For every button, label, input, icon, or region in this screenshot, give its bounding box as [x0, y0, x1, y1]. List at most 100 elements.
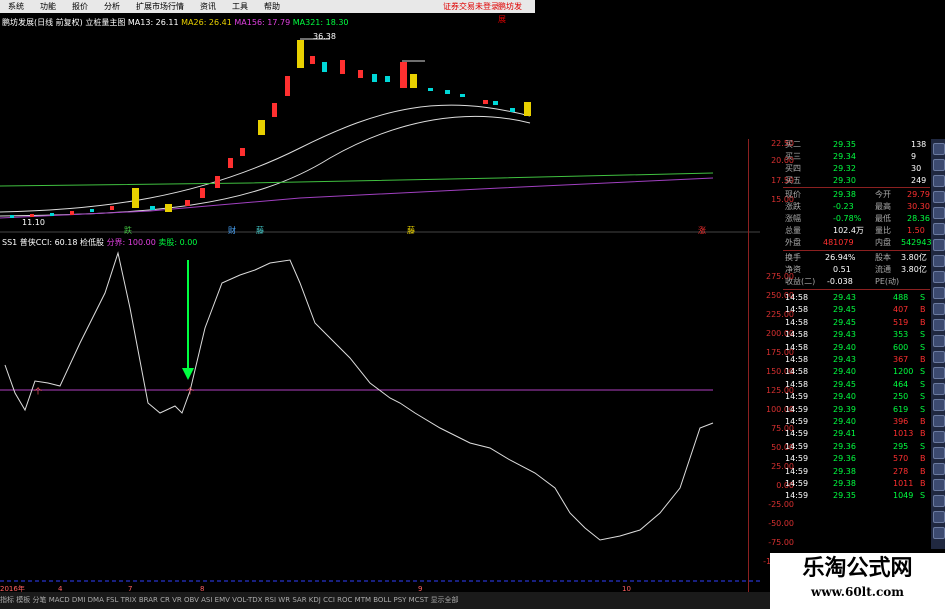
price-chart[interactable]: [0, 28, 760, 233]
indicator-tab[interactable]: PSY: [393, 596, 406, 604]
toolbar-button[interactable]: [933, 175, 945, 187]
indicator-tab[interactable]: MCST: [409, 596, 429, 604]
toolbar-button[interactable]: [933, 223, 945, 235]
menu-info[interactable]: 资讯: [200, 2, 216, 11]
candle: [240, 148, 245, 156]
toolbar-button[interactable]: [933, 303, 945, 315]
trade-time: 14:58: [785, 342, 809, 352]
toolbar-button[interactable]: [933, 527, 945, 539]
toolbar-button[interactable]: [933, 143, 945, 155]
indicator-tab[interactable]: 显示全部: [431, 596, 459, 604]
indicator-tab[interactable]: BOLL: [373, 596, 391, 604]
trade-side: B: [920, 305, 926, 315]
indicator-tab[interactable]: MACD: [49, 596, 70, 604]
stat-value: -0.78%: [833, 214, 862, 223]
stat-row: 外盘 481079 内盘 542943: [783, 237, 932, 249]
event-mark[interactable]: 财: [228, 225, 236, 237]
indicator-tab[interactable]: EMV: [215, 596, 230, 604]
trade-time: 14:59: [785, 404, 809, 414]
toolbar-button[interactable]: [933, 383, 945, 395]
cci-chart[interactable]: 个 个: [0, 248, 760, 588]
indicator-tab[interactable]: VOL-TDX: [232, 596, 262, 604]
menu-system[interactable]: 系统: [8, 2, 24, 11]
candle: [460, 94, 465, 97]
toolbar-button[interactable]: [933, 351, 945, 363]
event-mark[interactable]: 涨: [698, 225, 706, 237]
toolbar-button[interactable]: [933, 415, 945, 427]
indicator-tab[interactable]: DMA: [88, 596, 104, 604]
trade-time: 14:59: [785, 429, 809, 439]
toolbar-button[interactable]: [933, 287, 945, 299]
trade-price: 29.39: [833, 404, 856, 414]
indicator-tab[interactable]: 模板: [16, 596, 30, 604]
indicator-tab[interactable]: CR: [160, 596, 170, 604]
trade-time: 14:59: [785, 441, 809, 451]
candle: [340, 60, 345, 74]
trade-price: 29.43: [833, 355, 856, 364]
toolbar-button[interactable]: [933, 511, 945, 523]
trade-side: S: [920, 404, 926, 414]
signal-arrow-head: [182, 368, 194, 380]
toolbar-button[interactable]: [933, 447, 945, 459]
trade-price: 29.36: [833, 441, 856, 451]
toolbar-button[interactable]: [933, 495, 945, 507]
stat-value: 3.80亿: [901, 265, 927, 274]
trade-price: 29.40: [833, 417, 856, 426]
trade-row: 14:59 29.36 570 B: [783, 453, 930, 465]
indicator-tab[interactable]: BRAR: [139, 596, 158, 604]
toolbar-button[interactable]: [933, 255, 945, 267]
indicator-tab[interactable]: RSI: [265, 596, 276, 604]
indicator-tab[interactable]: KDJ: [309, 596, 321, 604]
toolbar-button[interactable]: [933, 239, 945, 251]
indicator-tab[interactable]: VR: [172, 596, 182, 604]
toolbar-button[interactable]: [933, 431, 945, 443]
stat-label: 内盘: [875, 238, 891, 247]
indicator-tab[interactable]: MTM: [355, 596, 371, 604]
toolbar-button[interactable]: [933, 207, 945, 219]
indicator-tab[interactable]: OBV: [184, 596, 199, 604]
menu-analysis[interactable]: 分析: [104, 2, 120, 11]
menu-tools[interactable]: 工具: [232, 2, 248, 11]
toolbar-button[interactable]: [933, 463, 945, 475]
indicator-tab[interactable]: ROC: [337, 596, 352, 604]
price-high-label: 36.38: [313, 32, 336, 41]
indicator-tab[interactable]: WR: [278, 596, 290, 604]
indicator-tab[interactable]: 分笔: [32, 596, 46, 604]
candle: [150, 206, 155, 210]
toolbar-button[interactable]: [933, 367, 945, 379]
menu-ext-market[interactable]: 扩展市场行情: [136, 2, 184, 11]
menu-help[interactable]: 帮助: [264, 2, 280, 11]
candle: [428, 88, 433, 91]
menu-quote[interactable]: 报价: [72, 2, 88, 11]
toolbar-button[interactable]: [933, 319, 945, 331]
toolbar-button[interactable]: [933, 479, 945, 491]
candle: [272, 103, 277, 117]
indicator-tab[interactable]: SAR: [292, 596, 306, 604]
indicator-name[interactable]: SS1: [2, 238, 17, 247]
candles: [10, 40, 531, 218]
toolbar-button[interactable]: [933, 159, 945, 171]
toolbar-button[interactable]: [933, 335, 945, 347]
indicator-tab[interactable]: 指标: [0, 596, 14, 604]
event-mark[interactable]: 藤: [256, 225, 264, 237]
indicator-tab[interactable]: FSL: [106, 596, 118, 604]
stat-value: 30.30: [907, 202, 930, 211]
indicator-tab[interactable]: CCI: [323, 596, 335, 604]
event-mark[interactable]: 跌: [124, 225, 132, 237]
indicator-tab[interactable]: TRIX: [121, 596, 137, 604]
indicator-tab[interactable]: DMI: [72, 596, 86, 604]
trade-row: 14:59 29.36 295 S: [783, 441, 930, 453]
toolbar-button[interactable]: [933, 399, 945, 411]
trade-volume: 464: [893, 379, 909, 389]
trade-volume: 367: [893, 355, 909, 364]
candle: [215, 176, 220, 188]
chart-mode[interactable]: 立桩量主图: [85, 18, 125, 27]
trade-price: 29.40: [833, 342, 856, 352]
menu-function[interactable]: 功能: [40, 2, 56, 11]
toolbar-button[interactable]: [933, 271, 945, 283]
toolbar-button[interactable]: [933, 191, 945, 203]
indicator-tab[interactable]: ASI: [201, 596, 212, 604]
trade-side: B: [920, 417, 926, 426]
login-status[interactable]: 证券交易未登录: [443, 0, 499, 13]
event-mark[interactable]: 藤: [407, 225, 415, 237]
